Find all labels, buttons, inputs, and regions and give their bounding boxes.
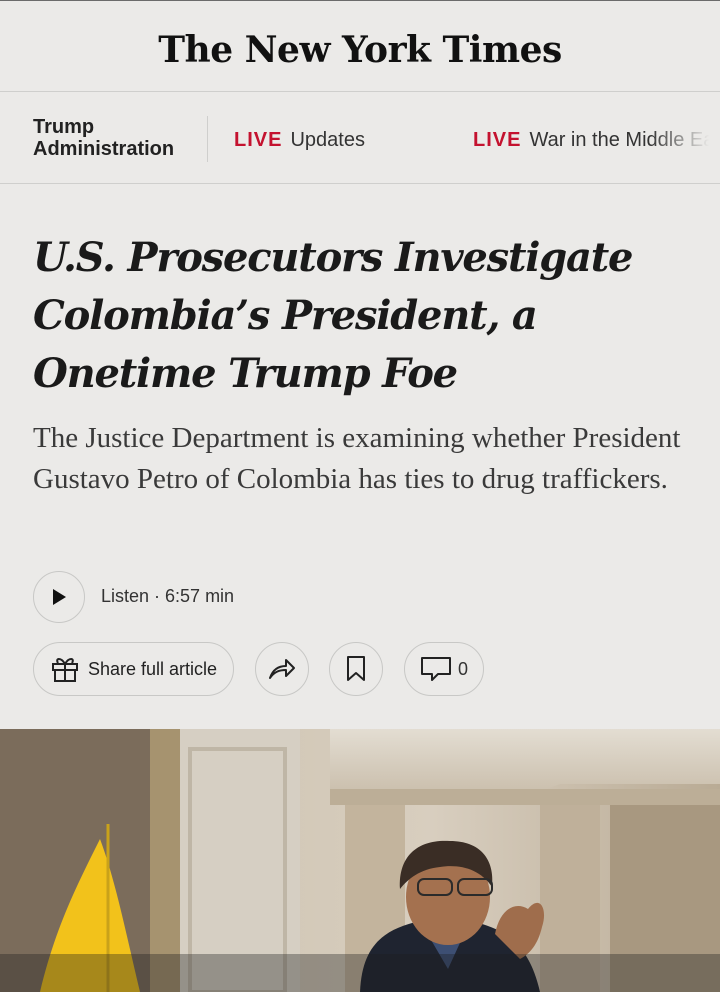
comment-icon xyxy=(420,657,451,681)
play-icon xyxy=(53,589,66,605)
gift-icon xyxy=(51,658,78,682)
lead-photo-illustration xyxy=(0,729,720,992)
topic-section-link[interactable]: Trump Administration xyxy=(33,116,174,160)
share-full-article-button[interactable]: Share full article xyxy=(33,642,234,696)
live-updates-link[interactable]: LIVE Updates xyxy=(234,129,365,151)
nyt-logo[interactable]: The New York Times xyxy=(158,29,562,71)
topic-section-line-1: Trump xyxy=(33,116,95,138)
share-button[interactable] xyxy=(255,642,309,696)
topic-bar: Trump Administration LIVE Updates LIVE War… xyxy=(0,92,720,184)
listen-duration: Listen · 6:57 min xyxy=(101,586,235,606)
article-summary: The Justice Department is examining whet… xyxy=(33,422,681,495)
share-arrow-icon xyxy=(269,659,295,679)
live-badge: LIVE xyxy=(473,129,522,151)
bookmark-icon xyxy=(347,656,365,681)
topic-section-line-2: Administration xyxy=(33,138,175,160)
masthead: The New York Times xyxy=(0,0,720,92)
listen-play-button[interactable] xyxy=(33,571,85,623)
comments-button[interactable]: 0 xyxy=(404,642,484,696)
share-full-article-label: Share full article xyxy=(87,658,218,679)
article-headline: U.S. Prosecutors Investigate Colombia’s … xyxy=(33,234,633,397)
comments-count: 0 xyxy=(457,658,468,679)
topic-divider xyxy=(207,116,208,162)
save-button[interactable] xyxy=(329,642,383,696)
live-badge: LIVE xyxy=(234,129,283,151)
topic-bar-fade xyxy=(650,92,720,183)
article-lead-photo[interactable] xyxy=(0,729,720,992)
live-item-label: Updates xyxy=(290,129,365,151)
